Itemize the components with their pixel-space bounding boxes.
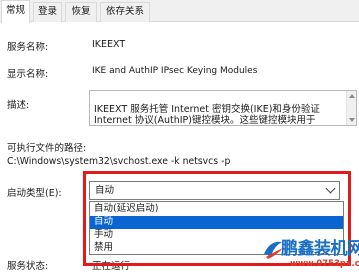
- watermark-logo: 鹏鑫装机网 www.0753px.com: [260, 232, 359, 278]
- option-auto[interactable]: 自动: [90, 216, 343, 229]
- watermark-url: www.0753px.com: [290, 259, 359, 269]
- tab-strip: 常规 登录 恢复 依存关系: [0, 0, 359, 23]
- scroll-down-icon[interactable]: [349, 118, 355, 122]
- watermark-title: 鹏鑫装机网: [281, 239, 359, 259]
- tab-recovery[interactable]: 恢复: [65, 2, 97, 22]
- startup-type-select[interactable]: 自动: [89, 181, 340, 200]
- display-name-label: 显示名称:: [7, 69, 49, 80]
- display-name-value: IKE and AuthIP IPsec Keying Modules: [92, 66, 258, 76]
- executable-path-value: C:\Windows\system32\svchost.exe -k netsv…: [7, 156, 231, 167]
- description-scrollbar[interactable]: [346, 91, 356, 125]
- option-auto-delayed[interactable]: 自动(延迟启动): [90, 203, 343, 216]
- service-status-label: 服务状态:: [7, 261, 49, 272]
- description-textbox[interactable]: IKEEXT 服务托管 Internet 密钥交换(IKE)和身份验证 Inte…: [89, 90, 357, 126]
- service-status-value: 正在运行: [92, 261, 131, 272]
- description-label: 描述:: [7, 100, 30, 111]
- scroll-up-icon[interactable]: [349, 94, 355, 98]
- tab-general[interactable]: 常规: [1, 0, 30, 23]
- service-name-value: IKEEXT: [92, 39, 126, 50]
- startup-type-selected: 自动: [95, 185, 115, 196]
- service-name-label: 服务名称:: [7, 42, 49, 53]
- chevron-down-icon[interactable]: [325, 183, 336, 194]
- tab-logon[interactable]: 登录: [33, 2, 62, 22]
- description-text: IKEEXT 服务托管 Internet 密钥交换(IKE)和身份验证 Inte…: [94, 103, 320, 126]
- executable-path-label: 可执行文件的路径:: [7, 143, 87, 154]
- startup-type-label: 启动类型(E):: [7, 188, 62, 199]
- tab-dependencies[interactable]: 依存关系: [100, 2, 150, 22]
